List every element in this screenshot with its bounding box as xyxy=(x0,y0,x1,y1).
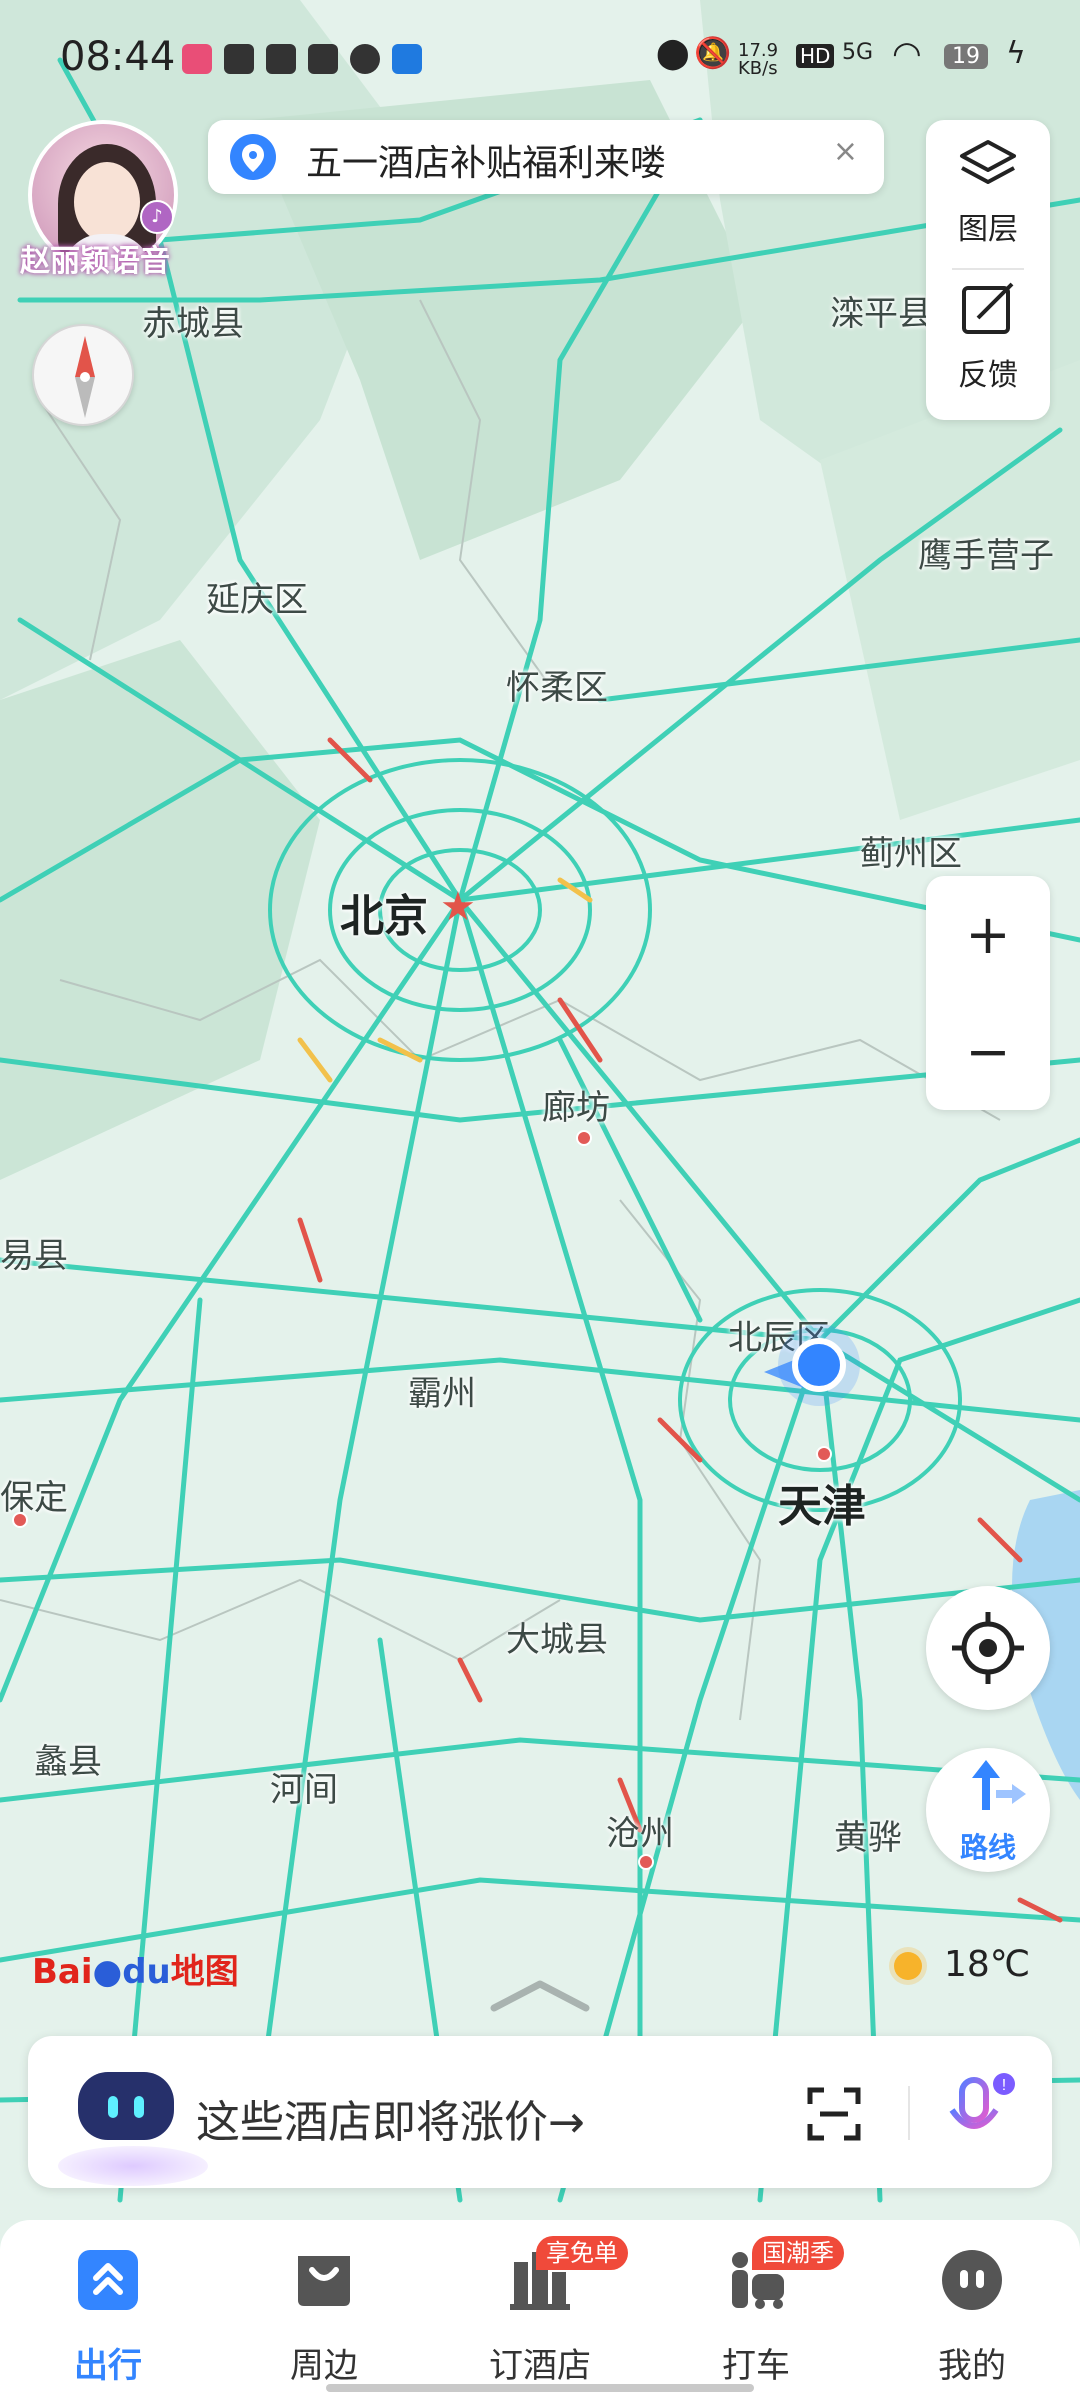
app-notification-icon xyxy=(182,44,212,74)
map-label-baoding[interactable]: 保定 xyxy=(0,1470,68,1519)
feedback-icon xyxy=(962,282,1014,334)
map-label-lixian[interactable]: 蠡县 xyxy=(34,1734,102,1783)
map-tools-panel: 图层 反馈 xyxy=(926,120,1050,420)
assistant-robot-icon[interactable] xyxy=(78,2072,174,2140)
drawer-handle-icon[interactable] xyxy=(490,1976,590,2016)
logo-text-du: du xyxy=(122,1952,171,1992)
layers-label: 图层 xyxy=(958,212,1018,247)
status-bar: 08:44 ⬤ 🔕 17.9 KB/s HD 5G ◠ 19 ϟ xyxy=(0,0,1080,120)
travel-icon xyxy=(78,2250,138,2310)
alipay-icon xyxy=(308,44,338,74)
wifi-icon: ◠ xyxy=(892,34,922,74)
locate-button[interactable] xyxy=(926,1586,1050,1710)
map-label-jizhou[interactable]: 蓟州区 xyxy=(860,826,962,875)
baidu-map-logo: Bai●du地图 xyxy=(32,1944,239,1993)
promo-text[interactable]: 五一酒店补贴福利来喽 xyxy=(306,134,666,186)
search-card[interactable]: 这些酒店即将涨价→ ! xyxy=(28,2036,1052,2188)
microphone-icon[interactable]: ! xyxy=(938,2072,1018,2152)
compass-icon xyxy=(75,336,95,418)
layers-icon xyxy=(960,140,1016,184)
location-pin-icon xyxy=(230,134,276,180)
profile-icon xyxy=(942,2250,1002,2310)
nav-item-nearby[interactable]: 周边 xyxy=(216,2238,432,2388)
nav-item-taxi[interactable]: 国潮季 打车 xyxy=(648,2236,864,2388)
nav-item-profile[interactable]: 我的 xyxy=(864,2238,1080,2388)
nav-item-hotel[interactable]: 享免单 订酒店 xyxy=(432,2236,648,2388)
current-location-marker[interactable] xyxy=(764,1334,864,1414)
nav-label-nearby: 周边 xyxy=(290,2346,358,2386)
bottom-nav: 出行 周边 享免单 订酒店 国潮季 打车 我的 xyxy=(0,2220,1080,2400)
search-prompt[interactable]: 这些酒店即将涨价→ xyxy=(196,2086,585,2150)
status-time: 08:44 xyxy=(60,34,176,80)
promo-banner[interactable]: 五一酒店补贴福利来喽 × xyxy=(208,120,884,194)
map-label-dacheng[interactable]: 大城县 xyxy=(506,1612,608,1661)
cangzhou-dot xyxy=(638,1854,654,1870)
feedback-label: 反馈 xyxy=(958,358,1018,393)
signal-5g: 5G xyxy=(842,40,874,65)
logo-text-ditu: 地图 xyxy=(170,1952,239,1992)
map-label-yixian[interactable]: 易县 xyxy=(0,1228,68,1277)
baoding-dot xyxy=(12,1512,28,1528)
nav-label-travel: 出行 xyxy=(74,2346,142,2386)
sun-icon xyxy=(894,1952,922,1980)
compass-button[interactable] xyxy=(32,324,134,426)
scan-icon[interactable] xyxy=(804,2084,864,2144)
zoom-out-button[interactable]: − xyxy=(926,993,1050,1110)
nav-label-taxi: 打车 xyxy=(722,2346,790,2386)
toutiao-icon xyxy=(266,44,296,74)
capital-star-icon: ★ xyxy=(440,884,476,930)
nav-item-travel[interactable]: 出行 xyxy=(0,2238,216,2388)
weather-temperature: 18℃ xyxy=(944,1944,1031,1985)
vw-app-icon xyxy=(392,44,422,74)
map-label-bazhou[interactable]: 霸州 xyxy=(408,1366,476,1415)
map-label-chicheng[interactable]: 赤城县 xyxy=(142,296,244,345)
battery-level: 19 xyxy=(944,44,988,69)
nav-badge-taxi: 国潮季 xyxy=(752,2236,844,2270)
voice-badge-icon: ♪ xyxy=(140,200,174,234)
layers-button[interactable]: 图层 xyxy=(926,120,1050,270)
telegram-icon xyxy=(224,44,254,74)
mute-icon: 🔕 xyxy=(694,36,732,71)
map-label-langfang[interactable]: 廊坊 xyxy=(542,1080,610,1129)
svg-text:!: ! xyxy=(1002,2077,1006,2094)
nav-label-hotel: 订酒店 xyxy=(489,2346,591,2386)
map-label-yingshouyingzi[interactable]: 鹰手营子 xyxy=(918,528,1054,577)
feedback-button[interactable]: 反馈 xyxy=(926,270,1050,420)
promo-close-button[interactable]: × xyxy=(833,134,858,169)
map-label-huairou[interactable]: 怀柔区 xyxy=(506,660,608,709)
nav-label-profile: 我的 xyxy=(938,2346,1006,2386)
zoom-controls: + − xyxy=(926,876,1050,1110)
langfang-dot xyxy=(576,1130,592,1146)
locate-icon xyxy=(952,1612,1024,1684)
map-label-beijing[interactable]: 北京 xyxy=(340,880,428,944)
charging-icon: ϟ xyxy=(1006,36,1026,71)
route-button[interactable]: 路线 xyxy=(926,1748,1050,1872)
nearby-icon xyxy=(298,2256,350,2306)
zoom-in-button[interactable]: + xyxy=(926,876,1050,993)
voice-avatar-label[interactable]: 赵丽颖语音 xyxy=(20,236,170,280)
nav-badge-hotel: 享免单 xyxy=(536,2236,628,2270)
map-canvas[interactable]: 赤城县 滦平县 鹰手营子 延庆区 怀柔区 蓟州区 北京 ★ 廊坊 易县 北辰区 … xyxy=(0,0,1080,2220)
hd-badge: HD xyxy=(796,44,835,68)
map-label-tianjin[interactable]: 天津 xyxy=(778,1470,866,1534)
map-label-luanping[interactable]: 滦平县 xyxy=(830,286,932,335)
search-divider xyxy=(908,2086,910,2140)
home-indicator[interactable] xyxy=(326,2384,754,2392)
logo-text-bai: Bai xyxy=(32,1952,93,1992)
map-label-hejian[interactable]: 河间 xyxy=(270,1762,338,1811)
logo-paw-icon: ● xyxy=(92,1952,123,1992)
map-label-huanghua[interactable]: 黄骅 xyxy=(834,1810,902,1859)
route-icon xyxy=(972,1760,1026,1810)
app-icon xyxy=(350,44,380,74)
map-label-yanqing[interactable]: 延庆区 xyxy=(206,572,308,621)
route-label: 路线 xyxy=(959,1831,1016,1864)
location-icon: ⬤ xyxy=(656,36,690,71)
assistant-glow xyxy=(58,2146,208,2186)
map-label-cangzhou[interactable]: 沧州 xyxy=(606,1806,674,1855)
network-speed: 17.9 KB/s xyxy=(738,40,779,79)
tianjin-dot xyxy=(816,1446,832,1462)
